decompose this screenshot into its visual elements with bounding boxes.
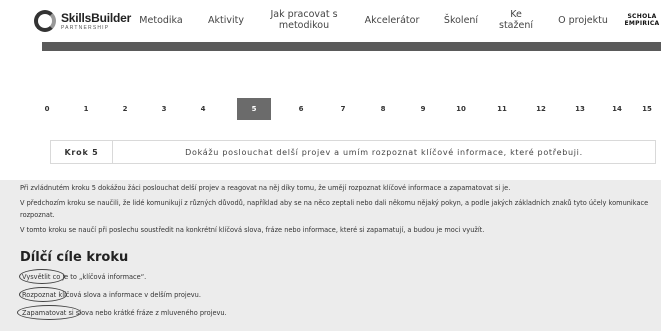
step-3[interactable]: 3: [147, 98, 181, 120]
nav-ke-stazeni[interactable]: Ke stažení: [496, 0, 536, 42]
nav-aktivity[interactable]: Aktivity: [198, 0, 254, 42]
step-navigation: 0 1 2 3 4 5 6 7 8 9 10 11 12 13 14 15: [30, 98, 661, 120]
intro-paragraph: Při zvládnutém kroku 5 dokážou žáci posl…: [20, 184, 511, 192]
step-4[interactable]: 4: [186, 98, 220, 120]
nav-akcelerator[interactable]: Akcelerátor: [358, 0, 426, 42]
step-summary-text: Dokážu poslouchat delší projev a umím ro…: [185, 147, 583, 157]
step-6[interactable]: 6: [284, 98, 318, 120]
step-2[interactable]: 2: [108, 98, 142, 120]
this-step-paragraph: V tomto kroku se naučí při poslechu sous…: [20, 226, 485, 234]
step-1[interactable]: 1: [69, 98, 103, 120]
step-summary-banner: Krok 5 Dokážu poslouchat delší projev a …: [50, 140, 656, 164]
step-5[interactable]: 5: [237, 98, 271, 120]
goal-3-text: slova nebo krátké fráze z mluveného proj…: [73, 309, 227, 317]
step-14[interactable]: 14: [600, 98, 634, 120]
nav-o-projektu[interactable]: O projektu: [558, 0, 608, 42]
step-12[interactable]: 12: [524, 98, 558, 120]
step-10[interactable]: 10: [444, 98, 478, 120]
step-description-section: Při zvládnutém kroku 5 dokážou žáci posl…: [0, 180, 661, 331]
highlight-ellipse-1: [19, 269, 65, 284]
logo-main-text: SkillsBuilder: [61, 10, 132, 25]
step-0[interactable]: 0: [30, 98, 64, 120]
skills-builder-logo[interactable]: SkillsBuilder PARTNERSHIP: [34, 10, 131, 32]
schola-empirica-logo[interactable]: SCHOLA EMPIRICA: [622, 0, 661, 42]
step-8[interactable]: 8: [366, 98, 400, 120]
nav-jak-pracovat[interactable]: Jak pracovat s metodikou: [264, 0, 344, 42]
step-15[interactable]: 15: [630, 98, 661, 120]
header-dark-strip: [42, 42, 661, 51]
highlight-ellipse-3: [17, 305, 81, 320]
site-header: SkillsBuilder PARTNERSHIP Metodika Aktiv…: [0, 0, 661, 42]
goal-2-text: klíčová slova a informace v delším proje…: [56, 291, 201, 299]
highlight-ellipse-2: [19, 287, 67, 302]
logo-ring-icon: [34, 10, 56, 32]
step-13[interactable]: 13: [563, 98, 597, 120]
step-9[interactable]: 9: [406, 98, 440, 120]
step-11[interactable]: 11: [485, 98, 519, 120]
logo-sub-text: PARTNERSHIP: [61, 24, 110, 31]
nav-skoleni[interactable]: Školení: [438, 0, 484, 42]
step-7[interactable]: 7: [326, 98, 360, 120]
step-label: Krok 5: [51, 141, 113, 163]
section-title: Dílčí cíle kroku: [20, 250, 129, 265]
nav-metodika[interactable]: Metodika: [132, 0, 190, 42]
previous-step-paragraph: V předchozím kroku se naučili, že lidé k…: [20, 199, 649, 219]
